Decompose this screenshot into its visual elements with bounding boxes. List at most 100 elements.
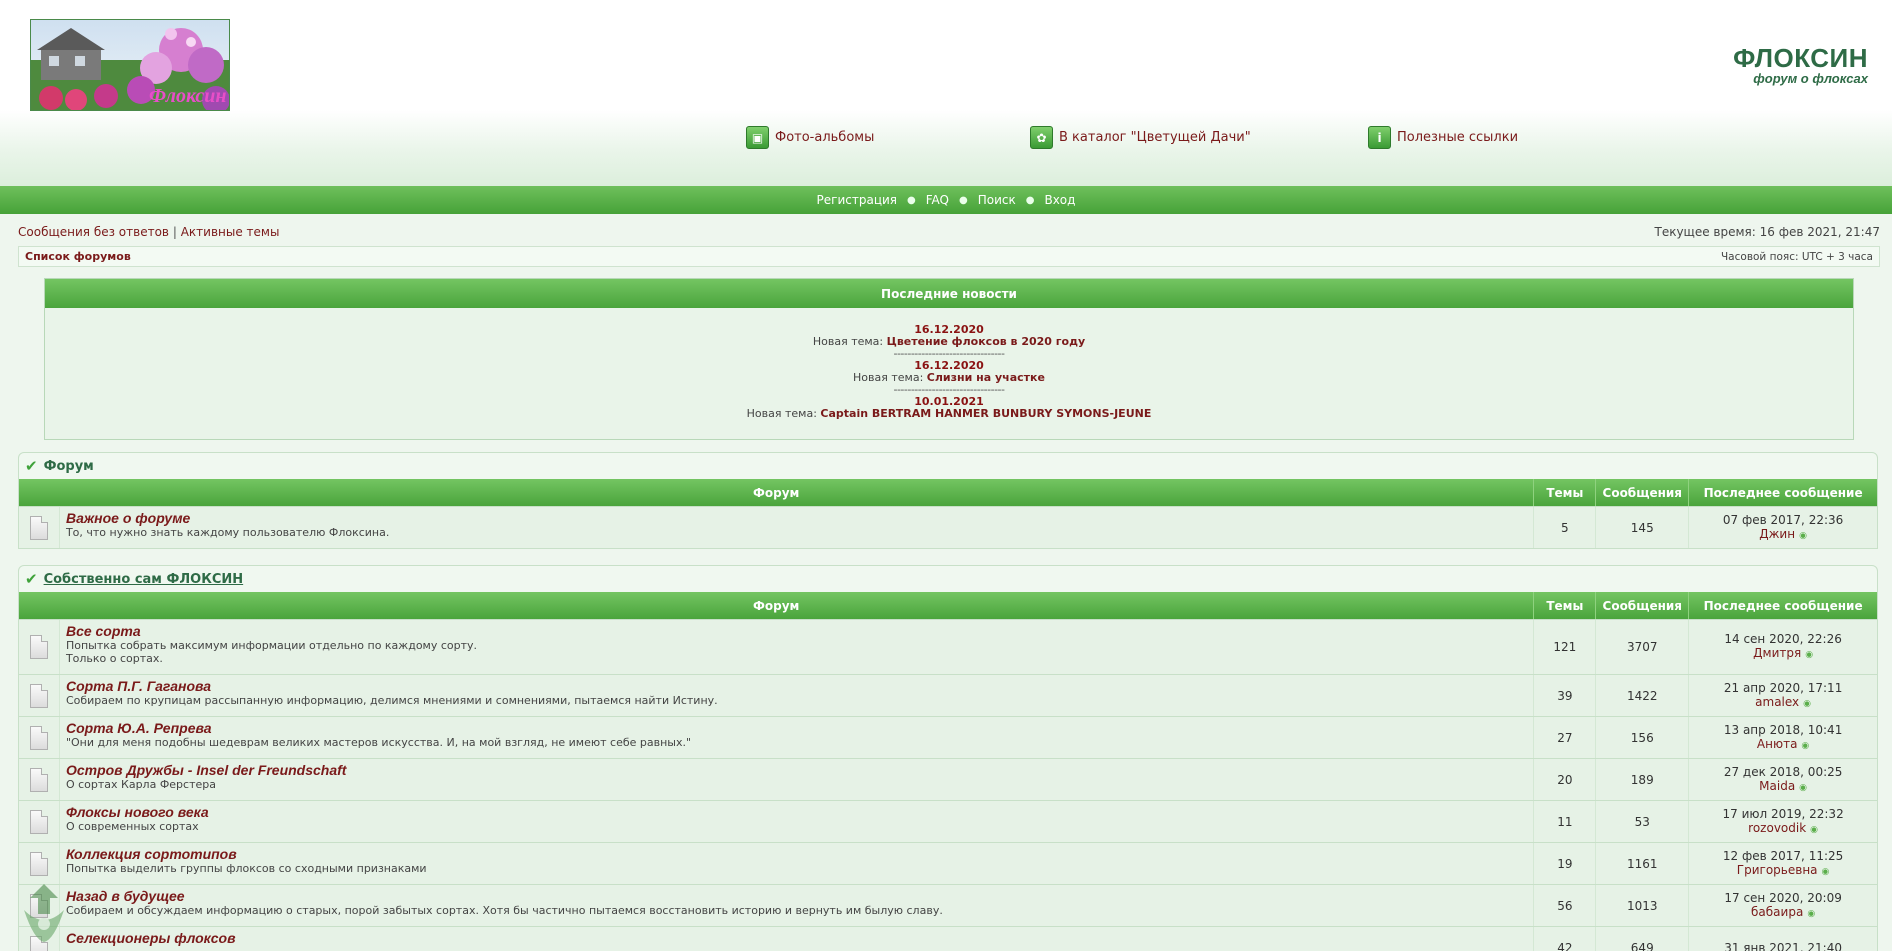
news-item: Новая тема: Captain BERTRAM HANMER BUNBU…	[45, 408, 1853, 420]
forum-info: Все сорта Попытка собрать максимум инфор…	[58, 620, 1533, 674]
last-post-date: 07 фев 2017, 22:36	[1722, 512, 1844, 527]
last-post-author-name[interactable]: Дмитря	[1753, 646, 1801, 660]
photo-albums-label: Фото-альбомы	[775, 130, 875, 145]
col-topics: Темы	[1533, 592, 1595, 619]
topics-count: 5	[1533, 507, 1595, 548]
main-nav: Регистрация ● FAQ ● Поиск ● Вход	[0, 186, 1892, 214]
forum-desc: Собираем по крупицам рассыпанную информа…	[65, 694, 718, 707]
last-post-author[interactable]: amalex ◉	[1755, 695, 1811, 711]
unanswered-link[interactable]: Сообщения без ответов	[18, 225, 169, 239]
catalog-label: В каталог "Цветущей Дачи"	[1059, 130, 1251, 145]
quick-links-separator: |	[172, 225, 177, 239]
last-post-author-name[interactable]: Maida	[1759, 779, 1795, 793]
last-post-author-name[interactable]: rozovodik	[1748, 821, 1806, 835]
category-title-text[interactable]: Форум	[44, 459, 94, 474]
category-title: ✔ Собственно сам ФЛОКСИН	[19, 566, 1877, 592]
last-post-author-name[interactable]: amalex	[1755, 695, 1799, 709]
forum-name-link[interactable]: Сорта Ю.А. Репрева	[66, 721, 1527, 736]
last-post-date: 21 апр 2020, 17:11	[1723, 680, 1843, 695]
goto-post-icon[interactable]: ◉	[1810, 825, 1818, 835]
site-subtitle: форум о флоксах	[1753, 71, 1868, 86]
goto-post-icon[interactable]: ◉	[1822, 867, 1830, 877]
active-topics-link[interactable]: Активные темы	[181, 225, 280, 239]
info-icon: i	[1368, 126, 1391, 149]
table-row: Флоксы нового века О современных сортах …	[19, 800, 1877, 842]
forum-name-link[interactable]: Селекционеры флоксов	[66, 931, 1527, 946]
nav-register[interactable]: Регистрация	[817, 193, 897, 207]
col-forum: Форум	[753, 485, 800, 500]
forum-info: Сорта Ю.А. Репрева "Они для меня подобны…	[58, 717, 1533, 758]
category-floxin: ✔ Собственно сам ФЛОКСИН Форум Темы Сооб…	[18, 565, 1878, 951]
topics-count: 56	[1533, 885, 1595, 926]
category-title-text[interactable]: Собственно сам ФЛОКСИН	[44, 572, 244, 587]
forum-name-link[interactable]: Важное о форуме	[66, 511, 1527, 526]
forum-name-link[interactable]: Коллекция сортотипов	[66, 847, 1527, 862]
last-post-author-name[interactable]: Григорьевна	[1737, 863, 1818, 877]
last-post-author[interactable]: Джин ◉	[1759, 527, 1807, 543]
last-post-author-name[interactable]: бабаира	[1751, 905, 1803, 919]
forum-name-link[interactable]: Все сорта	[66, 624, 1527, 639]
goto-post-icon[interactable]: ◉	[1801, 741, 1809, 751]
news-topic-link[interactable]: Captain BERTRAM HANMER BUNBURY SYMONS-JE…	[820, 407, 1151, 420]
flower-catalog-icon: ✿	[1030, 126, 1053, 149]
checkmark-icon: ✔	[25, 570, 38, 588]
nav-separator-icon: ●	[958, 194, 968, 206]
sub-bar: Сообщения без ответов | Активные темы Те…	[18, 225, 1880, 241]
col-posts: Сообщения	[1595, 592, 1688, 619]
table-row: Коллекция сортотипов Попытка выделить гр…	[19, 842, 1877, 884]
last-post-date: 17 июл 2019, 22:32	[1722, 806, 1844, 821]
last-post: 07 фев 2017, 22:36 Джин ◉	[1688, 507, 1877, 548]
table-row: Селекционеры флоксов 42 649 31 янв 2021,…	[19, 926, 1877, 951]
last-post-author[interactable]: Анюта ◉	[1757, 737, 1809, 753]
forum-desc: Собираем и обсуждаем информацию о старых…	[65, 904, 943, 917]
goto-post-icon[interactable]: ◉	[1799, 531, 1807, 541]
nav-search[interactable]: Поиск	[978, 193, 1016, 207]
topics-count: 39	[1533, 675, 1595, 716]
last-post-date: 17 сен 2020, 20:09	[1724, 890, 1842, 905]
posts-count: 649	[1595, 927, 1688, 951]
posts-count: 1013	[1595, 885, 1688, 926]
photo-albums-link[interactable]: ▣ Фото-альбомы	[746, 126, 874, 149]
catalog-link[interactable]: ✿ В каталог "Цветущей Дачи"	[1030, 126, 1251, 149]
last-post-author-name[interactable]: Джин	[1759, 527, 1795, 541]
forum-name-link[interactable]: Сорта П.Г. Гаганова	[66, 679, 1527, 694]
forum-info: Селекционеры флоксов	[58, 927, 1533, 951]
site-logo[interactable]: Флоксин	[30, 19, 230, 111]
forum-desc: Попытка собрать максимум информации отде…	[65, 639, 478, 652]
forum-read-icon	[19, 620, 59, 674]
col-last-post: Последнее сообщение	[1688, 592, 1877, 619]
col-posts: Сообщения	[1595, 479, 1688, 506]
forum-info: Назад в будущее Собираем и обсуждаем инф…	[58, 885, 1533, 926]
nav-faq[interactable]: FAQ	[926, 193, 949, 207]
last-post-author[interactable]: Дмитря ◉	[1753, 646, 1813, 662]
goto-post-icon[interactable]: ◉	[1799, 783, 1807, 793]
col-forum: Форум	[753, 598, 800, 613]
last-post-author[interactable]: rozovodik ◉	[1748, 821, 1818, 837]
forum-info: Коллекция сортотипов Попытка выделить гр…	[58, 843, 1533, 884]
breadcrumb-forum-index[interactable]: Список форумов	[25, 250, 131, 263]
topics-count: 42	[1533, 927, 1595, 951]
useful-links-link[interactable]: i Полезные ссылки	[1368, 126, 1518, 149]
category-forum: ✔ Форум Форум Темы Сообщения Последнее с…	[18, 452, 1878, 549]
forum-name-link[interactable]: Флоксы нового века	[66, 805, 1527, 820]
forum-read-icon	[19, 843, 59, 884]
forum-name-link[interactable]: Назад в будущее	[66, 889, 1527, 904]
timezone-label: Часовой пояс: UTC + 3 часа	[1720, 250, 1873, 263]
forum-read-icon	[19, 675, 59, 716]
last-post-author[interactable]: бабаира ◉	[1751, 905, 1815, 921]
last-post-author[interactable]: Григорьевна ◉	[1737, 863, 1830, 879]
goto-post-icon[interactable]: ◉	[1805, 650, 1813, 660]
forum-info: Важное о форуме То, что нужно знать кажд…	[58, 507, 1533, 548]
nav-separator-icon: ●	[907, 194, 916, 206]
goto-post-icon[interactable]: ◉	[1807, 909, 1815, 919]
col-topics: Темы	[1533, 479, 1595, 506]
forum-name-link[interactable]: Остров Дружбы - Insel der Freundschaft	[66, 763, 1527, 778]
nav-login[interactable]: Вход	[1044, 193, 1075, 207]
last-post-author[interactable]: Maida ◉	[1759, 779, 1807, 795]
forum-read-icon	[19, 759, 59, 800]
goto-post-icon[interactable]: ◉	[1803, 699, 1811, 709]
table-row: Все сорта Попытка собрать максимум инфор…	[19, 619, 1877, 674]
forum-read-icon	[19, 717, 59, 758]
last-post-author-name[interactable]: Анюта	[1757, 737, 1798, 751]
scroll-top-ornament-icon[interactable]	[14, 880, 74, 946]
